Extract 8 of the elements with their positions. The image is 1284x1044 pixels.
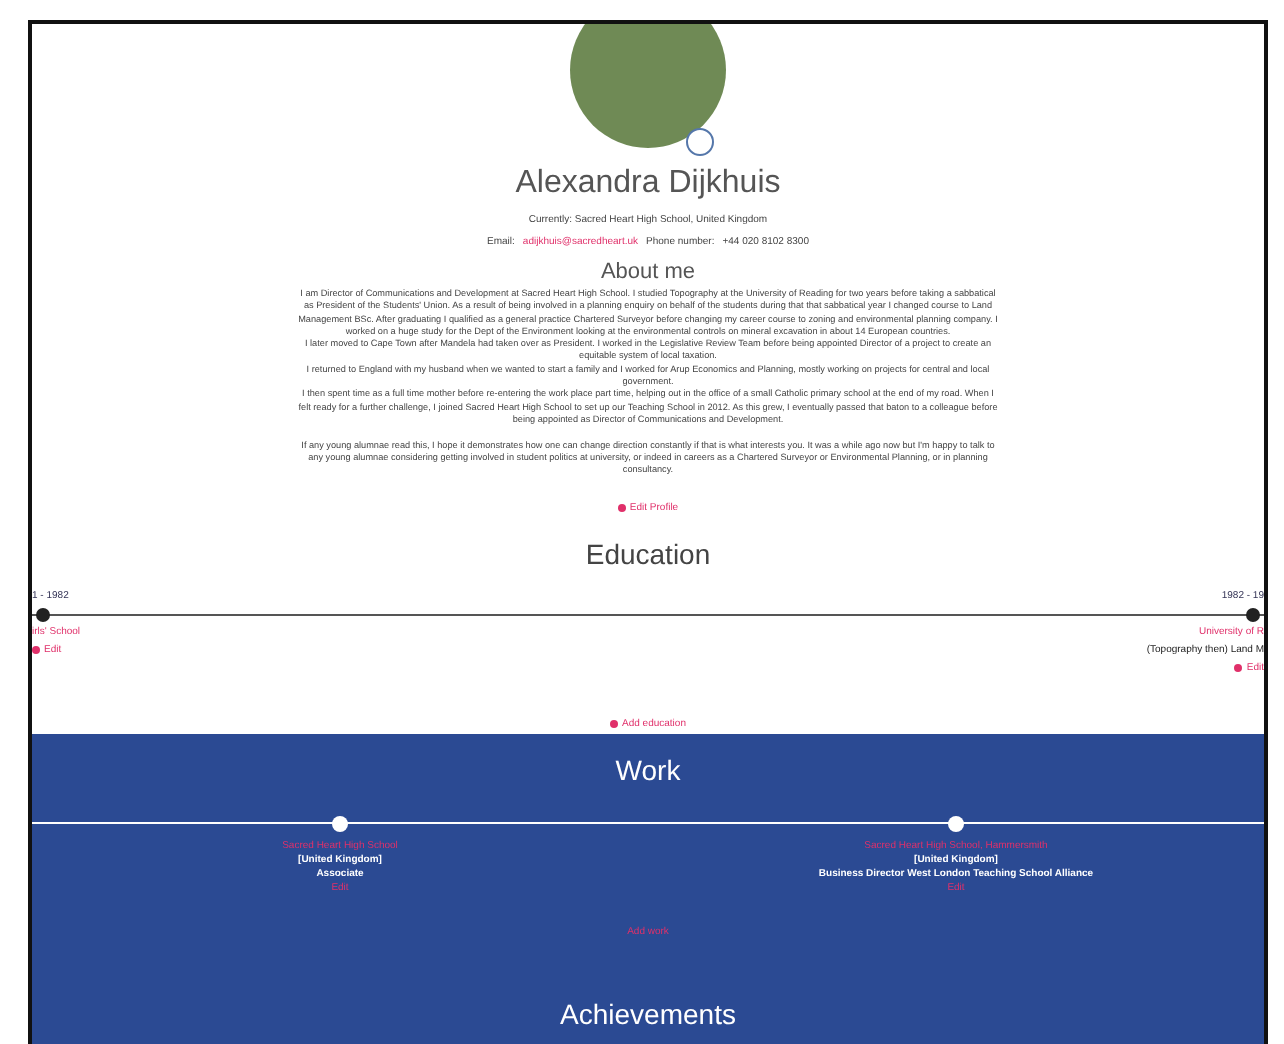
about-heading: About me [600, 260, 696, 284]
achievements-heading: Achievements [558, 997, 738, 1030]
profile-name: Alexandra Dijkhuis [515, 166, 781, 202]
badge-icon [686, 128, 714, 156]
work-heading: Work [613, 753, 683, 786]
education-heading: Education [583, 537, 713, 570]
timeline-dot [1246, 607, 1260, 622]
timeline-dot [36, 607, 50, 622]
